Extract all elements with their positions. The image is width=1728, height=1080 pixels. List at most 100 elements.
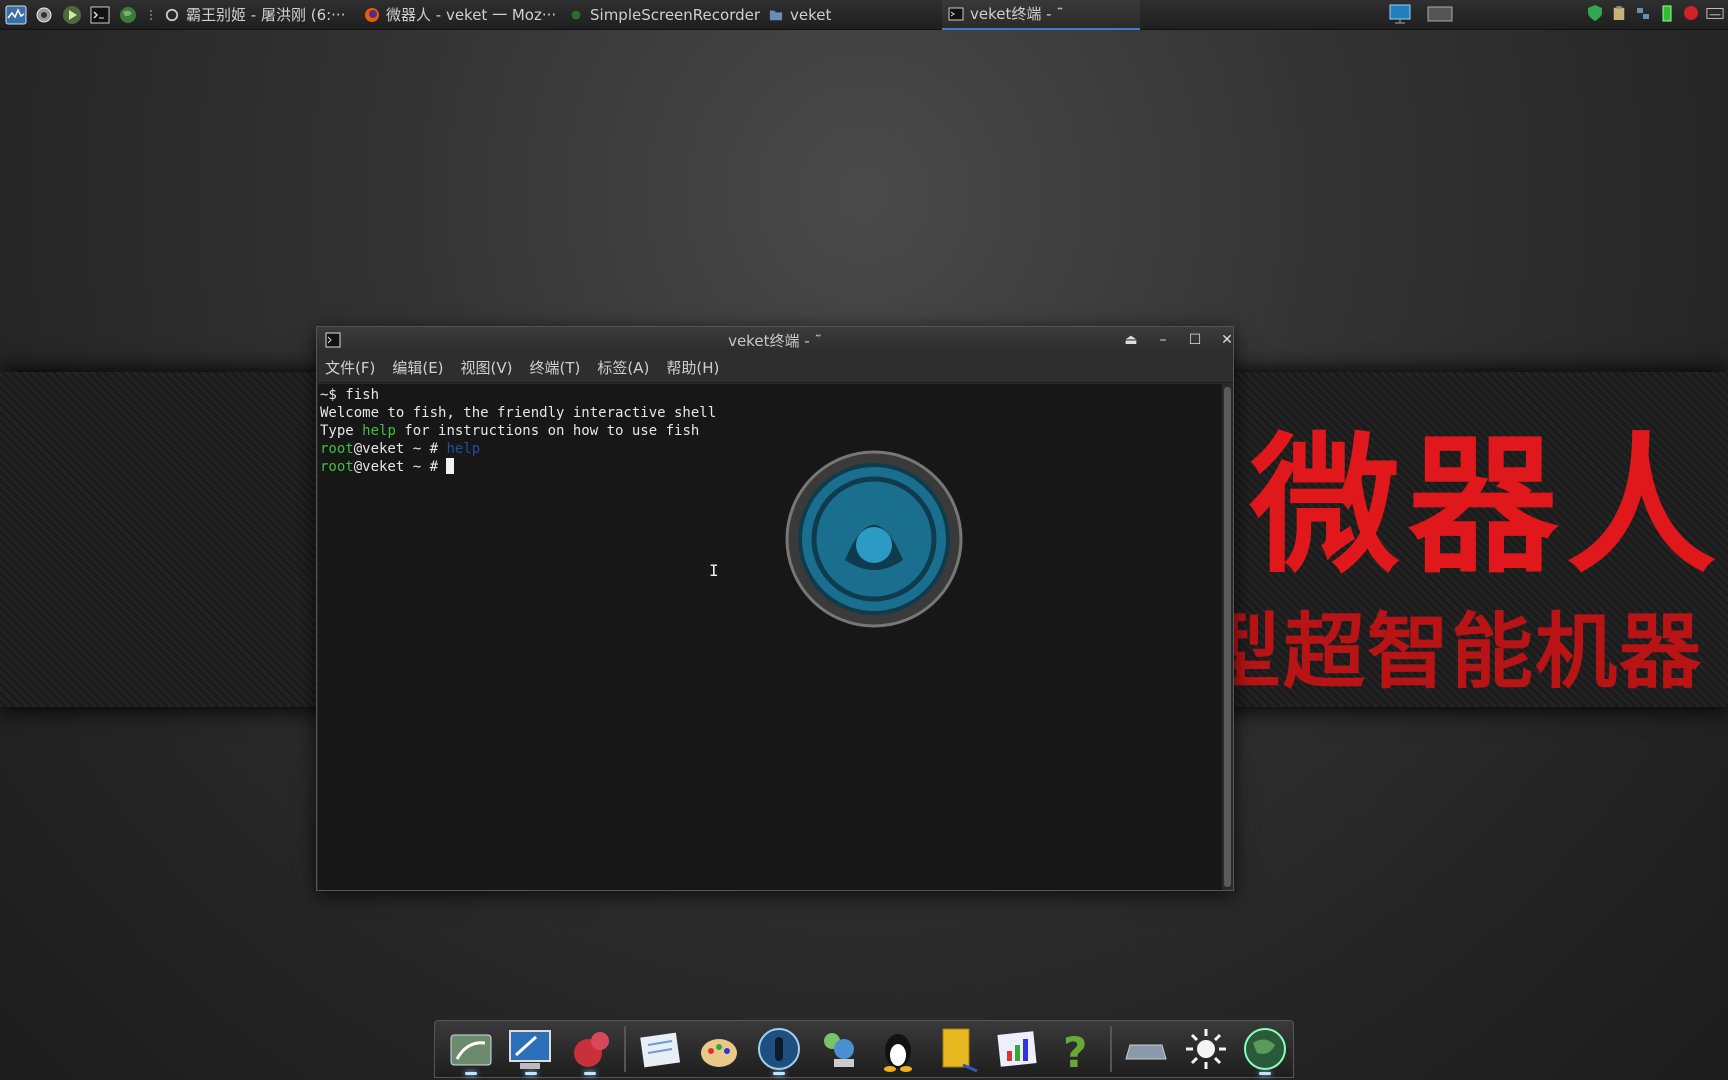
dock-tux[interactable]	[870, 1023, 926, 1075]
wallpaper-title: 微器人	[1250, 418, 1725, 594]
dock-brightness[interactable]	[1178, 1023, 1234, 1075]
terminal-window[interactable]: veket终端 - ˜ ⏏ – ☐ ✕ 文件(F) 编辑(E) 视图(V) 终端…	[316, 326, 1234, 891]
dock-globe[interactable]	[1237, 1023, 1293, 1075]
dock-text-editor[interactable]	[632, 1023, 688, 1075]
terminal-scrollbar[interactable]	[1224, 387, 1231, 887]
task-label: SimpleScreenRecorder	[590, 5, 761, 24]
tux-icon	[883, 1034, 912, 1072]
record-icon[interactable]	[1682, 3, 1700, 23]
system-monitor-icon	[5, 5, 27, 24]
minimize-button[interactable]: –	[1153, 330, 1173, 350]
menu-help[interactable]: 帮助(H)	[666, 357, 719, 378]
system-tray	[1586, 3, 1724, 23]
mouse-ibeam-cursor: I	[709, 561, 719, 580]
menu-edit[interactable]: 编辑(E)	[392, 357, 443, 378]
paint-icon	[701, 1039, 738, 1067]
dock-chart-app[interactable]	[989, 1023, 1045, 1075]
system-monitor-launcher[interactable]	[4, 3, 28, 27]
task-screen-recorder[interactable]: SimpleScreenRecorder	[562, 0, 762, 30]
close-icon: ✕	[1221, 332, 1233, 348]
battery-icon[interactable]	[1658, 3, 1676, 23]
menu-tabs[interactable]: 标签(A)	[597, 357, 649, 378]
globe-icon	[1244, 1028, 1287, 1070]
file-manager-icon	[450, 1034, 492, 1066]
shade-button[interactable]: ⏏	[1121, 330, 1141, 350]
terminal-icon	[948, 6, 964, 22]
dock-squirrel-app[interactable]	[562, 1023, 618, 1075]
maximize-icon: ☐	[1188, 332, 1202, 348]
dock-computer[interactable]	[503, 1023, 559, 1075]
gear-icon	[36, 7, 52, 22]
eject-icon: ⏏	[1124, 332, 1138, 348]
notebook-icon	[942, 1028, 978, 1073]
prompt-user: root	[320, 441, 354, 457]
task-music-player[interactable]: 霸王别姬 - 屠洪刚 (6:···	[158, 0, 358, 30]
window-titlebar[interactable]: veket终端 - ˜ ⏏ – ☐ ✕	[317, 327, 1233, 353]
task-firefox[interactable]: 微器人 - veket 一 Moz···	[358, 0, 562, 30]
keyboard-icon[interactable]	[1706, 3, 1724, 23]
play-launcher[interactable]	[60, 3, 84, 27]
prompt-line: root@veket ~ #	[320, 458, 1220, 476]
dock-separator	[623, 1026, 626, 1072]
desktop-switcher	[1388, 2, 1454, 26]
terminal-line: Welcome to fish, the friendly interactiv…	[320, 405, 717, 421]
menu-file[interactable]: 文件(F)	[325, 357, 375, 378]
media-player-icon	[757, 1028, 800, 1070]
task-terminal[interactable]: veket终端 - ˜	[942, 0, 1140, 30]
text-cursor	[446, 458, 455, 474]
dock-help[interactable]: ?	[1049, 1023, 1105, 1075]
clipboard-icon[interactable]	[1610, 3, 1628, 23]
menu-view[interactable]: 视图(V)	[461, 357, 513, 378]
terminal-icon	[90, 6, 110, 23]
launcher-separator	[144, 3, 158, 27]
line-text: for instructions on how to use fish	[395, 423, 700, 439]
task-label: 霸王别姬 - 屠洪刚 (6:···	[186, 6, 346, 24]
network-icon[interactable]	[1634, 3, 1652, 23]
help-keyword: help	[362, 423, 396, 439]
drive-icon	[1125, 1044, 1167, 1060]
text-editor-icon	[639, 1032, 680, 1068]
prompt-line: root@veket ~ # help	[320, 440, 1220, 458]
dock-paint[interactable]	[691, 1023, 747, 1075]
firefox-icon	[364, 7, 380, 23]
dock-media-player[interactable]	[751, 1023, 807, 1075]
grip-icon	[150, 9, 152, 20]
settings-launcher[interactable]	[32, 3, 56, 27]
shield-icon[interactable]	[1586, 3, 1604, 23]
minimize-icon: –	[1159, 332, 1167, 348]
prompt-host: @veket	[353, 441, 405, 457]
terminal-output[interactable]: ~$ fish Welcome to fish, the friendly in…	[318, 384, 1222, 890]
desktop-2-icon[interactable]	[1426, 4, 1454, 24]
folder-icon	[768, 7, 784, 23]
prompt-separator: ~ #	[404, 459, 447, 475]
menu-bar: 文件(F) 编辑(E) 视图(V) 终端(T) 标签(A) 帮助(H)	[317, 353, 1233, 383]
top-panel: 霸王别姬 - 屠洪刚 (6:··· 微器人 - veket 一 Moz··· S…	[0, 0, 1728, 30]
line-text: Type	[320, 423, 363, 439]
play-icon	[63, 5, 81, 24]
task-label: veket终端 - ˜	[970, 5, 1064, 23]
dock-separator	[1110, 1026, 1113, 1072]
prompt-separator: ~ #	[404, 441, 447, 457]
dock-network[interactable]	[810, 1023, 866, 1075]
network-icon	[824, 1033, 855, 1067]
task-label: veket	[790, 5, 832, 24]
browser-launcher[interactable]	[116, 3, 140, 27]
menu-terminal[interactable]: 终端(T)	[530, 357, 581, 378]
dock: ?	[434, 1020, 1294, 1078]
maximize-button[interactable]: ☐	[1185, 330, 1205, 350]
help-icon: ?	[1063, 1028, 1087, 1073]
globe-icon	[120, 6, 136, 23]
close-button[interactable]: ✕	[1217, 330, 1237, 350]
terminal-launcher[interactable]	[88, 3, 112, 27]
terminal-line: Type help for instructions on how to use…	[320, 422, 1220, 440]
terminal-line: ~$ fish	[320, 387, 380, 403]
dock-notebook[interactable]	[930, 1023, 986, 1075]
prompt-host: @veket	[353, 459, 405, 475]
screen-recorder-icon	[568, 7, 584, 23]
task-folder[interactable]: veket	[762, 0, 942, 30]
desktop-1-icon[interactable]	[1388, 2, 1412, 26]
computer-settings-icon	[509, 1030, 552, 1069]
dock-file-manager[interactable]	[443, 1023, 499, 1075]
dock-drive[interactable]	[1118, 1023, 1174, 1075]
svg-text:?: ?	[1063, 1028, 1087, 1073]
